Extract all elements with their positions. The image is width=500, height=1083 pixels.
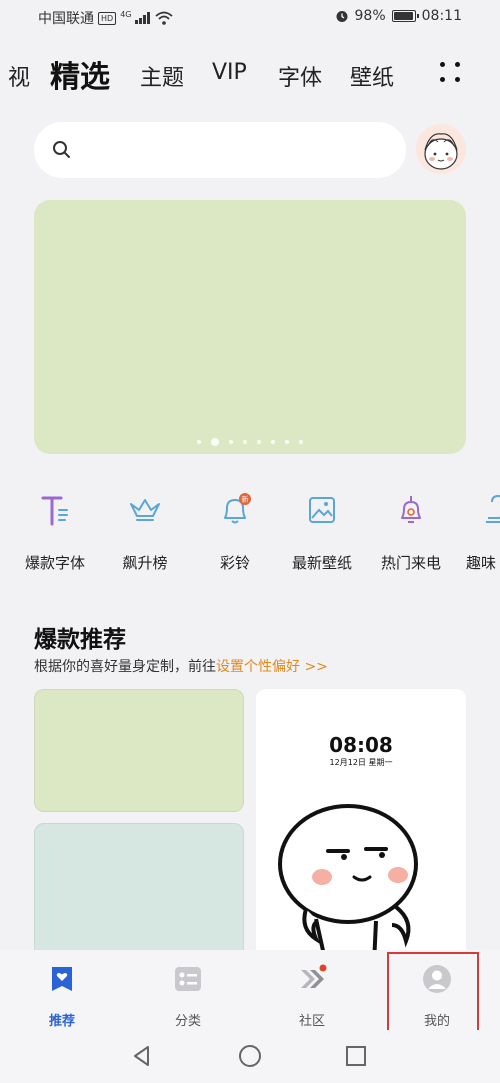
back-triangle-icon[interactable] xyxy=(130,1044,154,1068)
recommend-card[interactable] xyxy=(34,823,244,963)
font-icon xyxy=(41,496,68,526)
carousel-indicator xyxy=(34,438,466,446)
fun-icon xyxy=(486,494,500,523)
shortcut-label: 趣味 xyxy=(466,554,497,572)
tab-themes[interactable]: 主题 xyxy=(140,60,184,92)
shortcut-label: 最新壁纸 xyxy=(291,554,352,572)
shortcut-fun[interactable]: 趣味 xyxy=(460,490,500,573)
section-subtitle: 根据你的喜好量身定制，前往设置个性偏好 >> xyxy=(34,656,328,676)
tab-featured[interactable]: 精选 xyxy=(50,52,110,96)
nav-recommend[interactable]: 推荐 xyxy=(22,964,102,1029)
shortcut-hot-fonts[interactable]: 爆款字体 xyxy=(10,490,100,573)
signal-icon xyxy=(135,12,151,24)
carousel-dot xyxy=(211,438,219,446)
shortcut-label: 彩铃 xyxy=(219,554,250,572)
alarm-clock-icon xyxy=(336,11,348,22)
tab-wallpapers[interactable]: 壁纸 xyxy=(350,60,394,92)
new-badge: 新 xyxy=(242,495,249,504)
heart-bookmark-icon xyxy=(52,967,72,991)
battery-icon xyxy=(391,10,419,22)
carousel-dot xyxy=(257,440,261,444)
shortcut-rising-chart[interactable]: 飙升榜 xyxy=(100,490,190,573)
tab-vip[interactable]: VIP xyxy=(212,60,247,85)
carousel-dot xyxy=(299,440,303,444)
carousel-dot xyxy=(243,440,247,444)
theme-preview-card[interactable]: 08:08 12月12日 星期一 xyxy=(256,689,466,964)
highlight-box xyxy=(387,952,479,1034)
shortcut-label: 爆款字体 xyxy=(24,554,85,572)
search-icon xyxy=(53,141,70,158)
community-chevrons-icon xyxy=(301,964,327,988)
category-list-icon xyxy=(175,967,201,991)
notification-dot xyxy=(319,964,327,972)
system-navigation-bar xyxy=(0,1030,500,1083)
nav-label: 社区 xyxy=(298,1014,325,1029)
wifi-icon xyxy=(155,11,174,25)
search-bar[interactable] xyxy=(34,122,406,178)
section-title: 爆款推荐 xyxy=(34,627,126,653)
crown-icon xyxy=(130,499,160,521)
bell-icon: 新 xyxy=(224,493,251,524)
hd-badge: HD xyxy=(98,11,117,25)
cartoon-avatar-icon xyxy=(424,133,458,170)
carousel-dot xyxy=(285,440,289,444)
carousel-dot xyxy=(197,440,201,444)
nav-label: 分类 xyxy=(174,1014,201,1029)
top-tab-bar: 视 精选 主题 VIP 字体 壁纸 xyxy=(0,46,500,102)
avatar[interactable] xyxy=(416,124,466,174)
subtitle-text: 根据你的喜好量身定制，前往 xyxy=(34,659,216,675)
status-bar: 中国联通 HD 4G 98% 08:11 xyxy=(0,0,500,36)
search-input[interactable] xyxy=(84,134,384,166)
shortcut-label: 热门来电 xyxy=(380,554,441,572)
home-circle-icon[interactable] xyxy=(238,1044,262,1068)
cartoon-face-illustration xyxy=(278,804,418,964)
preference-settings-link[interactable]: 设置个性偏好 >> xyxy=(216,659,328,675)
more-grid-icon[interactable] xyxy=(438,60,462,84)
category-shortcuts: 爆款字体 飙升榜 新 彩铃 最新壁纸 热门来电 趣味 xyxy=(0,490,500,580)
recommend-card[interactable] xyxy=(34,689,244,812)
tab-fonts[interactable]: 字体 xyxy=(278,60,322,92)
ringing-bell-icon xyxy=(401,496,421,523)
shortcut-ringback[interactable]: 新 彩铃 xyxy=(190,490,280,573)
banner-carousel[interactable] xyxy=(34,200,466,454)
recents-square-icon[interactable] xyxy=(344,1044,368,1068)
carrier-label: 中国联通 xyxy=(38,11,94,27)
battery-percent: 98% xyxy=(354,8,386,24)
carousel-dot xyxy=(271,440,275,444)
wallpaper-icon xyxy=(309,497,335,523)
nav-categories[interactable]: 分类 xyxy=(148,964,228,1029)
nav-community[interactable]: 社区 xyxy=(272,964,352,1029)
shortcut-new-wallpapers[interactable]: 最新壁纸 xyxy=(277,490,367,573)
shortcut-hot-ringtones[interactable]: 热门来电 xyxy=(366,490,456,573)
carousel-dot xyxy=(229,440,233,444)
clock-time: 08:11 xyxy=(421,8,462,24)
tab-video[interactable]: 视 xyxy=(8,60,30,92)
nav-label: 推荐 xyxy=(48,1014,75,1029)
shortcut-label: 飙升榜 xyxy=(122,554,168,572)
network-type: 4G xyxy=(120,9,132,19)
